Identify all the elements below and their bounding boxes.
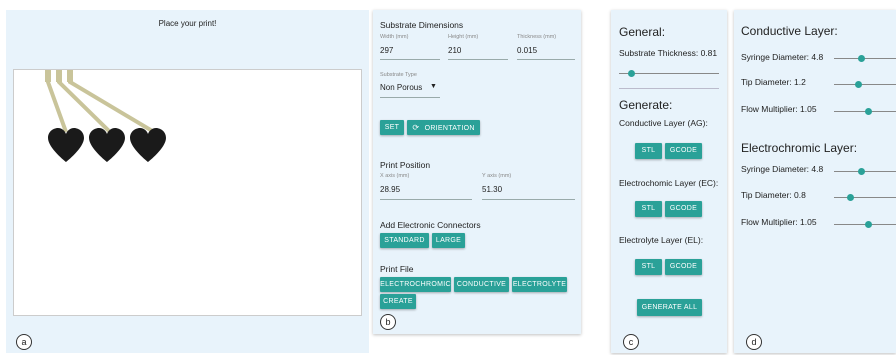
trace-3 (68, 70, 156, 134)
substrate-type-label: Substrate Type (380, 72, 417, 78)
e-syringe-label: Syringe Diameter: 4.8 (741, 164, 824, 174)
c-flow-label: Flow Multiplier: 1.05 (741, 104, 817, 114)
c-flow-slider[interactable] (865, 108, 872, 115)
hearts (48, 128, 166, 162)
panel-d-marker: d (746, 334, 762, 350)
c-tip-label: Tip Diameter: 1.2 (741, 77, 806, 87)
electrochromic-stl-button[interactable]: STL (635, 201, 662, 217)
e-flow-label: Flow Multiplier: 1.05 (741, 217, 817, 227)
panel-b: Substrate Dimensions Width (mm) 297 Heig… (373, 10, 581, 334)
height-underline (448, 59, 508, 60)
width-value[interactable]: 297 (380, 46, 393, 55)
electrolyte-button[interactable]: ELECTROLYTE (512, 277, 567, 292)
rotate-icon: ⟳ (412, 123, 420, 132)
panel-c: General: Substrate Thickness: 0.81 Gener… (611, 10, 727, 353)
general-title: General: (619, 25, 666, 39)
x-axis-label: X axis (mm) (380, 173, 410, 179)
type-underline (380, 97, 440, 98)
panel-a-title: Place your print! (158, 19, 217, 28)
e-tip-label: Tip Diameter: 0.8 (741, 190, 806, 200)
connector-pads (45, 70, 73, 82)
conductive-stl-button[interactable]: STL (635, 143, 662, 159)
panel-d: Conductive Layer: Syringe Diameter: 4.8 … (734, 10, 896, 353)
generate-all-button[interactable]: GENERATE ALL (637, 299, 702, 316)
electrochromic-gcode-button[interactable]: GCODE (665, 201, 702, 217)
thickness-value[interactable]: 0.015 (517, 46, 537, 55)
panel-a-marker: a (16, 334, 32, 350)
conductive-layer-label: Conductive Layer (AG): (619, 118, 708, 128)
x-axis-value[interactable]: 28.95 (380, 185, 400, 194)
panel-b-marker: b (380, 314, 396, 330)
print-preview (45, 70, 166, 162)
electrochromic-layer-title: Electrochromic Layer: (741, 141, 858, 155)
e-tip-slider[interactable] (847, 194, 854, 201)
heart-1 (48, 128, 84, 162)
x-axis-underline (380, 199, 472, 200)
y-axis-label: Y axis (mm) (482, 173, 512, 179)
thickness-label: Thickness (mm) (517, 34, 557, 40)
c-syringe-slider[interactable] (858, 55, 865, 62)
set-button[interactable]: SET (380, 120, 404, 135)
width-label: Width (mm) (380, 34, 409, 40)
large-button[interactable]: LARGE (432, 233, 465, 248)
substrate-title: Substrate Dimensions (380, 20, 464, 30)
y-axis-underline (482, 199, 575, 200)
conductive-button[interactable]: CONDUCTIVE (454, 277, 509, 292)
conductive-layer-title: Conductive Layer: (741, 24, 838, 38)
pad-2 (56, 70, 62, 82)
print-canvas[interactable] (13, 69, 362, 316)
c-tip-slider[interactable] (855, 81, 862, 88)
electrolyte-gcode-button[interactable]: GCODE (665, 259, 702, 275)
width-underline (380, 59, 440, 60)
e-flow-slider[interactable] (865, 221, 872, 228)
substrate-thickness-label: Substrate Thickness: 0.81 (619, 48, 718, 58)
electrochromic-layer-label: Electrochomic Layer (EC): (619, 178, 719, 188)
pad-3 (67, 70, 73, 82)
c-syringe-label: Syringe Diameter: 4.8 (741, 52, 824, 62)
c-syringe-track (834, 58, 896, 59)
c-tip-track (834, 84, 896, 85)
pad-1 (45, 70, 51, 82)
connectors-title: Add Electronic Connectors (380, 220, 481, 230)
general-divider (619, 88, 719, 89)
height-value[interactable]: 210 (448, 46, 461, 55)
connector-traces (46, 70, 156, 134)
create-button[interactable]: CREATE (380, 294, 416, 309)
print-position-title: Print Position (380, 160, 431, 170)
electrolyte-layer-label: Electrolyte Layer (EL): (619, 235, 704, 245)
electrochromic-button[interactable]: ELECTROCHROMIC (380, 277, 451, 292)
generate-title: Generate: (619, 98, 673, 112)
height-label: Height (mm) (448, 34, 479, 40)
e-syringe-slider[interactable] (858, 168, 865, 175)
heart-2 (89, 128, 125, 162)
substrate-type-value: Non Porous (380, 83, 423, 92)
e-syringe-track (834, 171, 896, 172)
orientation-button[interactable]: ⟳ ORIENTATION (407, 120, 480, 135)
panel-c-marker: c (623, 334, 639, 350)
print-file-title: Print File (380, 264, 414, 274)
substrate-thickness-slider[interactable] (627, 70, 635, 77)
standard-button[interactable]: STANDARD (380, 233, 429, 248)
substrate-type-select[interactable]: Non Porous ▼ (380, 83, 440, 95)
thickness-underline (517, 59, 575, 60)
panel-a: Place your print! a (6, 10, 369, 353)
conductive-gcode-button[interactable]: GCODE (665, 143, 702, 159)
e-tip-track (834, 197, 896, 198)
electrolyte-stl-button[interactable]: STL (635, 259, 662, 275)
y-axis-value[interactable]: 51.30 (482, 185, 502, 194)
heart-3 (130, 128, 166, 162)
caret-down-icon: ▼ (430, 83, 437, 90)
